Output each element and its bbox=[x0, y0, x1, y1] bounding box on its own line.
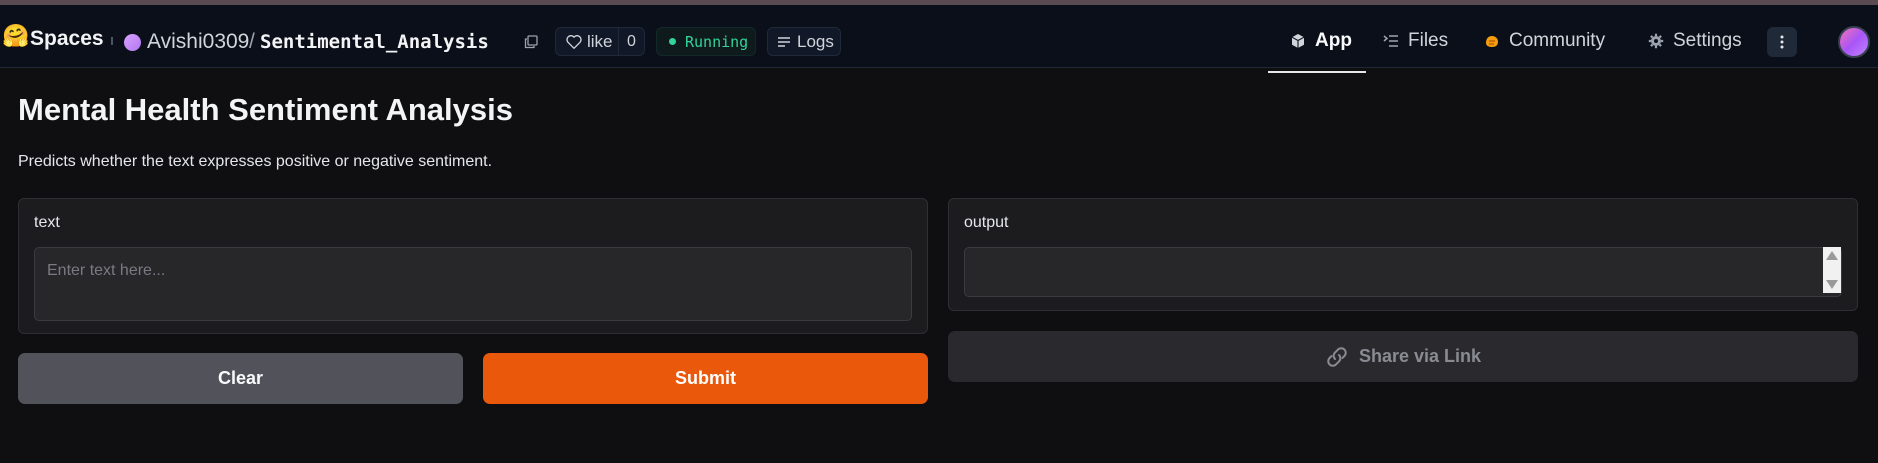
more-options-button[interactable] bbox=[1767, 27, 1797, 57]
output-label: output bbox=[964, 214, 1009, 231]
repo-name-link[interactable]: Sentimental_Analysis bbox=[260, 31, 489, 53]
hugging-face-logo-icon[interactable]: 🤗 bbox=[2, 25, 29, 47]
files-icon bbox=[1383, 35, 1398, 47]
page-title: Mental Health Sentiment Analysis bbox=[18, 92, 513, 127]
tab-community-label: Community bbox=[1509, 30, 1606, 51]
owner-avatar[interactable] bbox=[124, 34, 141, 51]
output-scrollbar[interactable] bbox=[1823, 247, 1841, 293]
active-tab-indicator bbox=[1268, 71, 1366, 73]
spaces-link[interactable]: Spaces bbox=[30, 27, 104, 51]
cube-icon bbox=[1291, 34, 1305, 48]
heart-icon bbox=[566, 34, 582, 49]
gear-icon bbox=[1648, 33, 1664, 49]
tab-app[interactable]: App bbox=[1290, 30, 1352, 52]
path-separator: / bbox=[249, 30, 255, 53]
tab-settings-label: Settings bbox=[1673, 30, 1742, 51]
scroll-up-arrow-icon[interactable] bbox=[1826, 251, 1838, 260]
header-divider bbox=[111, 37, 113, 45]
community-icon bbox=[1486, 36, 1498, 47]
scroll-down-arrow-icon[interactable] bbox=[1826, 280, 1838, 289]
logs-icon bbox=[778, 36, 790, 47]
tab-files-label: Files bbox=[1408, 30, 1449, 51]
share-via-link-label: Share via Link bbox=[1358, 346, 1482, 366]
tab-community[interactable]: Community bbox=[1484, 30, 1605, 52]
clear-button[interactable]: Clear bbox=[18, 353, 463, 404]
like-button[interactable]: like 0 bbox=[555, 27, 645, 56]
like-label: like bbox=[587, 31, 613, 51]
text-input[interactable] bbox=[34, 247, 912, 321]
tab-settings[interactable]: Settings bbox=[1648, 30, 1742, 52]
output-textbox[interactable] bbox=[964, 247, 1842, 297]
running-dot-icon bbox=[669, 38, 676, 45]
owner-name-link[interactable]: Avishi0309 bbox=[147, 30, 249, 54]
tab-app-label: App bbox=[1315, 30, 1352, 51]
logs-label: Logs bbox=[797, 31, 834, 51]
user-avatar[interactable] bbox=[1838, 26, 1870, 58]
page-description: Predicts whether the text expresses posi… bbox=[18, 153, 493, 170]
link-icon bbox=[1327, 346, 1347, 367]
text-input-panel: text bbox=[18, 198, 928, 334]
tab-files[interactable]: Files bbox=[1383, 30, 1448, 52]
like-count[interactable]: 0 bbox=[618, 28, 644, 55]
output-panel: output bbox=[948, 198, 1858, 311]
status-badge[interactable]: Running bbox=[656, 27, 756, 56]
share-via-link-button[interactable]: Share via Link bbox=[948, 331, 1858, 382]
copy-icon[interactable] bbox=[524, 35, 538, 49]
space-header: 🤗 Spaces Avishi0309 / Sentimental_Analys… bbox=[0, 5, 1878, 73]
text-input-label: text bbox=[34, 214, 60, 231]
submit-button[interactable]: Submit bbox=[483, 353, 928, 404]
logs-button[interactable]: Logs bbox=[767, 27, 841, 56]
status-label: Running bbox=[685, 32, 749, 51]
vertical-dots-icon bbox=[1780, 35, 1784, 49]
